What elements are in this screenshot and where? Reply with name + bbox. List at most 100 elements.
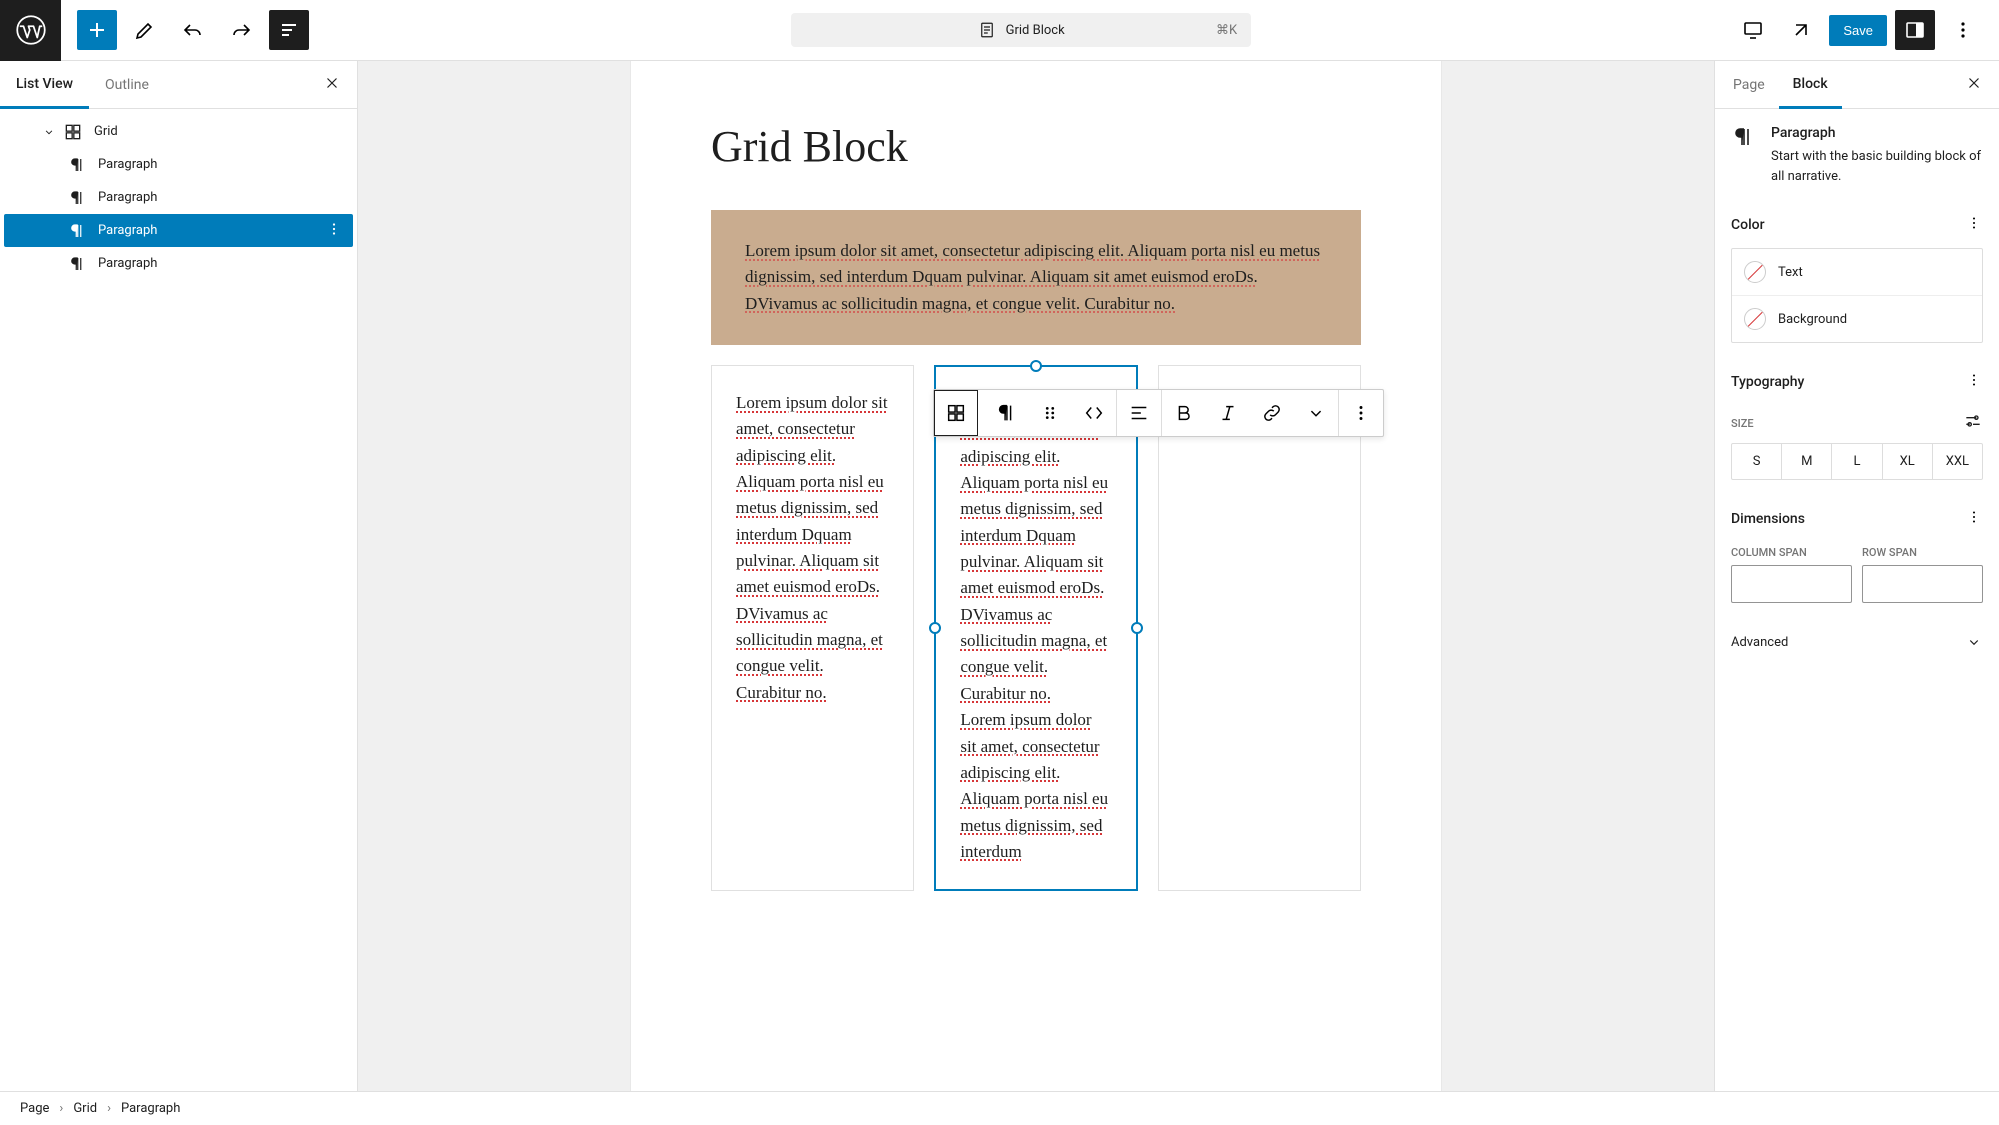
resize-handle-right[interactable] [1131,622,1143,634]
dimensions-section: Dimensions COLUMN SPAN ROW SPAN [1715,496,1999,619]
editor-canvas[interactable]: Grid Block Lorem ipsum dolor sit amet, c… [358,61,1714,1091]
tree-item-label: Paragraph [98,157,157,172]
row-span-label: ROW SPAN [1862,546,1983,559]
text-color-button[interactable]: Text [1732,249,1982,296]
breadcrumb-item[interactable]: Paragraph [121,1101,180,1116]
section-title: Color [1731,217,1765,233]
canvas-content: Grid Block Lorem ipsum dolor sit amet, c… [631,61,1441,1091]
settings-panel-toggle[interactable] [1895,10,1935,50]
redo-button[interactable] [221,10,261,50]
document-overview-button[interactable] [269,10,309,50]
parent-block-button[interactable] [934,390,978,436]
tree-item-grid[interactable]: Grid [4,115,353,148]
link-button[interactable] [1250,390,1294,436]
size-option-l[interactable]: L [1832,444,1882,479]
tree-item-label: Paragraph [98,190,157,205]
pencil-icon [133,18,157,42]
color-label: Background [1778,312,1847,327]
tree-item-paragraph[interactable]: Paragraph [4,247,353,280]
italic-button[interactable] [1206,390,1250,436]
size-option-s[interactable]: S [1732,444,1782,479]
tree-item-label: Grid [94,124,118,139]
grid-block[interactable]: Lorem ipsum dolor sit amet, consectetur … [711,210,1361,891]
undo-button[interactable] [173,10,213,50]
color-options-button[interactable] [1965,214,1983,236]
size-option-m[interactable]: M [1782,444,1832,479]
custom-size-button[interactable] [1963,411,1983,435]
close-settings-button[interactable] [1959,68,1989,102]
plus-icon [85,18,109,42]
move-button[interactable] [1072,390,1116,436]
tab-page[interactable]: Page [1719,63,1779,107]
grid-cell-empty[interactable] [1158,365,1361,891]
drag-handle[interactable] [1028,390,1072,436]
document-title-bar[interactable]: Grid Block ⌘K [791,13,1251,47]
command-shortcut: ⌘K [1216,23,1237,38]
tab-list-view[interactable]: List View [0,62,89,109]
resize-handle-left[interactable] [929,622,941,634]
typography-section: Typography SIZE S M L XL XXL [1715,359,1999,496]
add-block-button[interactable] [77,10,117,50]
align-button[interactable] [1117,390,1161,436]
move-horizontal-icon [1083,402,1105,424]
paragraph-text[interactable]: Lorem ipsum dolor sit amet, consectetur … [736,390,889,706]
paragraph-text[interactable]: Lorem ipsum dolor sit amet, consectetur … [745,238,1327,317]
drag-icon [1039,402,1061,424]
grid-cell-spanning[interactable]: Lorem ipsum dolor sit amet, consectetur … [711,210,1361,345]
column-span-label: COLUMN SPAN [1731,546,1852,559]
chevron-down-icon [1965,633,1983,651]
tab-block[interactable]: Block [1779,62,1842,109]
paragraph-icon [66,220,88,242]
typography-options-button[interactable] [1965,371,1983,393]
paragraph-text[interactable]: Lorem ipsum dolor sit amet, consectetur … [960,391,1111,865]
edit-mode-button[interactable] [125,10,165,50]
breadcrumb-item[interactable]: Grid [73,1101,97,1116]
settings-panel: Page Block Paragraph Start with the basi… [1714,61,1999,1091]
more-formatting-button[interactable] [1294,390,1338,436]
resize-handle-top[interactable] [1030,360,1042,372]
block-options-button[interactable] [1339,390,1383,436]
tree-item-paragraph-selected[interactable]: Paragraph [4,214,353,247]
advanced-toggle[interactable]: Advanced [1731,619,1983,665]
dimensions-options-button[interactable] [1965,508,1983,530]
save-button[interactable]: Save [1829,15,1887,46]
more-vertical-icon [1350,402,1372,424]
view-button[interactable] [1733,10,1773,50]
row-span-input[interactable] [1862,565,1983,603]
background-color-button[interactable]: Background [1732,296,1982,342]
grid-cell-selected[interactable]: Lorem ipsum dolor sit amet, consectetur … [934,365,1137,891]
wordpress-icon [16,15,46,45]
section-title: Dimensions [1731,511,1805,527]
list-view-panel: List View Outline Grid Paragraph Paragra… [0,61,358,1091]
sliders-icon [1963,411,1983,431]
tree-item-paragraph[interactable]: Paragraph [4,148,353,181]
page-title[interactable]: Grid Block [711,121,1361,172]
tree-item-paragraph[interactable]: Paragraph [4,181,353,214]
paragraph-icon [66,154,88,176]
open-new-tab-button[interactable] [1781,10,1821,50]
paragraph-icon [66,187,88,209]
tab-outline[interactable]: Outline [89,63,165,107]
more-vertical-icon [1951,18,1975,42]
bold-button[interactable] [1162,390,1206,436]
section-title: Typography [1731,374,1804,390]
column-span-input[interactable] [1731,565,1852,603]
tree-item-options[interactable] [325,220,343,242]
block-type-button[interactable] [984,390,1028,436]
wordpress-logo[interactable] [0,0,61,61]
paragraph-icon [1731,125,1757,151]
section-title: Advanced [1731,635,1788,650]
size-label: SIZE [1731,417,1754,430]
grid-cell[interactable]: Lorem ipsum dolor sit amet, consectetur … [711,365,914,891]
link-icon [1261,402,1283,424]
grid-icon [945,402,967,424]
chevron-down-icon [1305,402,1327,424]
list-view-icon [277,18,301,42]
close-list-view-button[interactable] [317,68,347,102]
size-option-xl[interactable]: XL [1883,444,1933,479]
options-button[interactable] [1943,10,1983,50]
align-left-icon [1128,402,1150,424]
breadcrumb-item[interactable]: Page [20,1101,49,1116]
size-option-xxl[interactable]: XXL [1933,444,1982,479]
block-header: Paragraph Start with the basic building … [1715,109,1999,202]
